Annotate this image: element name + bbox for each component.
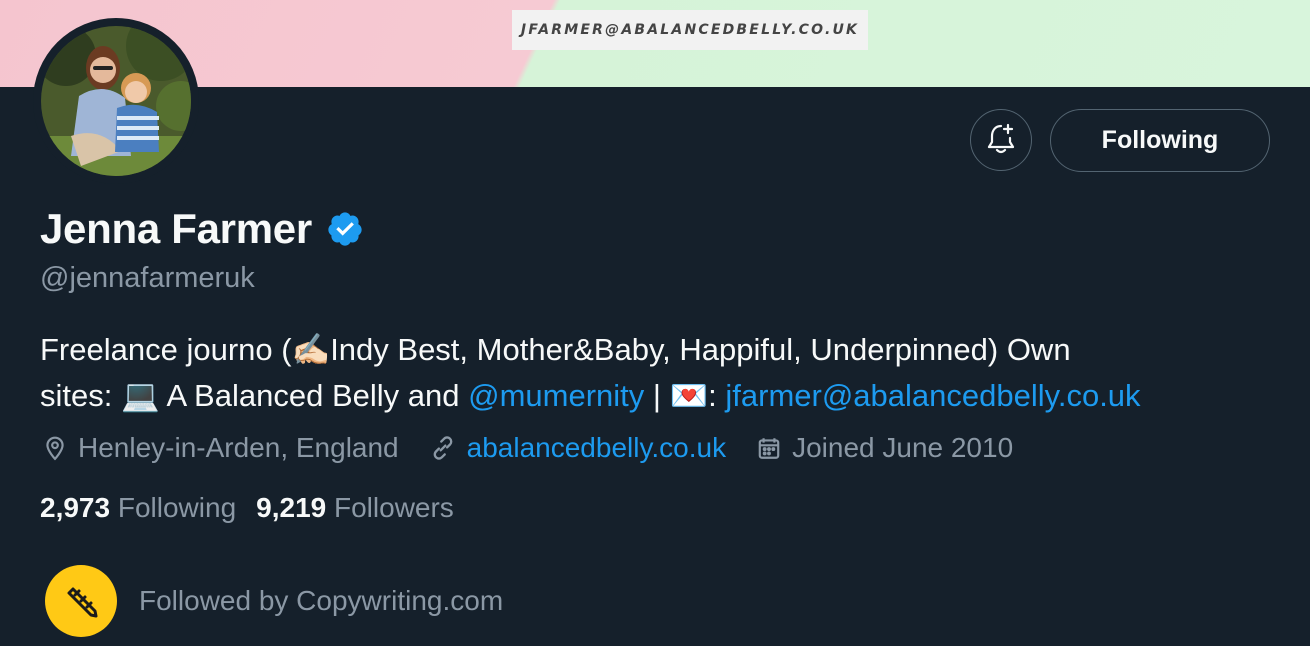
location-pin-icon bbox=[46, 436, 64, 461]
follow-stats: 2,973 Following 9,219 Followers bbox=[40, 488, 474, 528]
following-button[interactable]: Following bbox=[1050, 109, 1270, 172]
link-icon bbox=[433, 436, 452, 460]
bio-text: : bbox=[708, 378, 726, 413]
name-row: Jenna Farmer bbox=[40, 200, 364, 258]
profile-banner[interactable]: JFARMER@ABALANCEDBELLY.CO.UK bbox=[0, 0, 1310, 87]
website-item[interactable]: abalancedbelly.co.uk bbox=[429, 432, 726, 464]
followed-by-text: Followed by Copywriting.com bbox=[139, 585, 504, 616]
followers-count: 9,219 bbox=[256, 492, 327, 523]
following-label: Following bbox=[117, 492, 237, 523]
display-name: Jenna Farmer bbox=[40, 205, 312, 252]
user-handle: @jennafarmeruk bbox=[40, 262, 255, 294]
avatar[interactable] bbox=[33, 18, 199, 184]
bio-separator: | bbox=[644, 378, 670, 413]
email-link[interactable]: jfarmer@abalancedbelly.co.uk bbox=[725, 378, 1140, 413]
location-text: Henley-in-Arden, England bbox=[78, 432, 399, 463]
follower-avatar[interactable] bbox=[45, 565, 117, 637]
website-link[interactable]: abalancedbelly.co.uk bbox=[467, 432, 726, 464]
bio: Freelance journo (✍🏻Indy Best, Mother&Ba… bbox=[40, 327, 1290, 419]
calendar-icon bbox=[758, 438, 780, 459]
bio-text: A Balanced Belly and bbox=[159, 378, 469, 413]
writing-hand-emoji: ✍🏻 bbox=[291, 332, 331, 368]
joined-item: Joined June 2010 bbox=[756, 432, 1013, 464]
followed-by[interactable]: Followed by Copywriting.com bbox=[45, 565, 503, 637]
bell-plus-icon bbox=[986, 122, 1016, 159]
bio-text: sites: bbox=[40, 378, 121, 413]
avatar-photo bbox=[41, 26, 191, 176]
following-stat[interactable]: 2,973 Following bbox=[40, 492, 236, 524]
love-letter-emoji: 💌 bbox=[669, 378, 709, 414]
joined-date: Joined June 2010 bbox=[792, 432, 1014, 463]
profile-meta: Henley-in-Arden, England abalancedbelly.… bbox=[42, 428, 1043, 468]
bio-line-1: Freelance journo (✍🏻Indy Best, Mother&Ba… bbox=[40, 327, 1290, 373]
bio-line-2: sites: 💻 A Balanced Belly and @mumernity… bbox=[40, 373, 1290, 419]
following-count: 2,973 bbox=[40, 492, 111, 523]
location-item: Henley-in-Arden, England bbox=[42, 432, 399, 464]
laptop-emoji: 💻 bbox=[120, 378, 160, 414]
pencil-icon bbox=[67, 587, 98, 618]
notifications-button[interactable] bbox=[970, 109, 1032, 171]
mention-link[interactable]: @mumernity bbox=[468, 378, 644, 413]
followers-stat[interactable]: 9,219 Followers bbox=[256, 492, 454, 524]
followers-label: Followers bbox=[334, 492, 454, 523]
bio-text: Freelance journo ( bbox=[40, 332, 292, 367]
bio-text: Indy Best, Mother&Baby, Happiful, Underp… bbox=[330, 332, 1071, 367]
verified-badge-icon[interactable] bbox=[326, 210, 364, 248]
banner-email-text: JFARMER@ABALANCEDBELLY.CO.UK bbox=[512, 10, 868, 50]
